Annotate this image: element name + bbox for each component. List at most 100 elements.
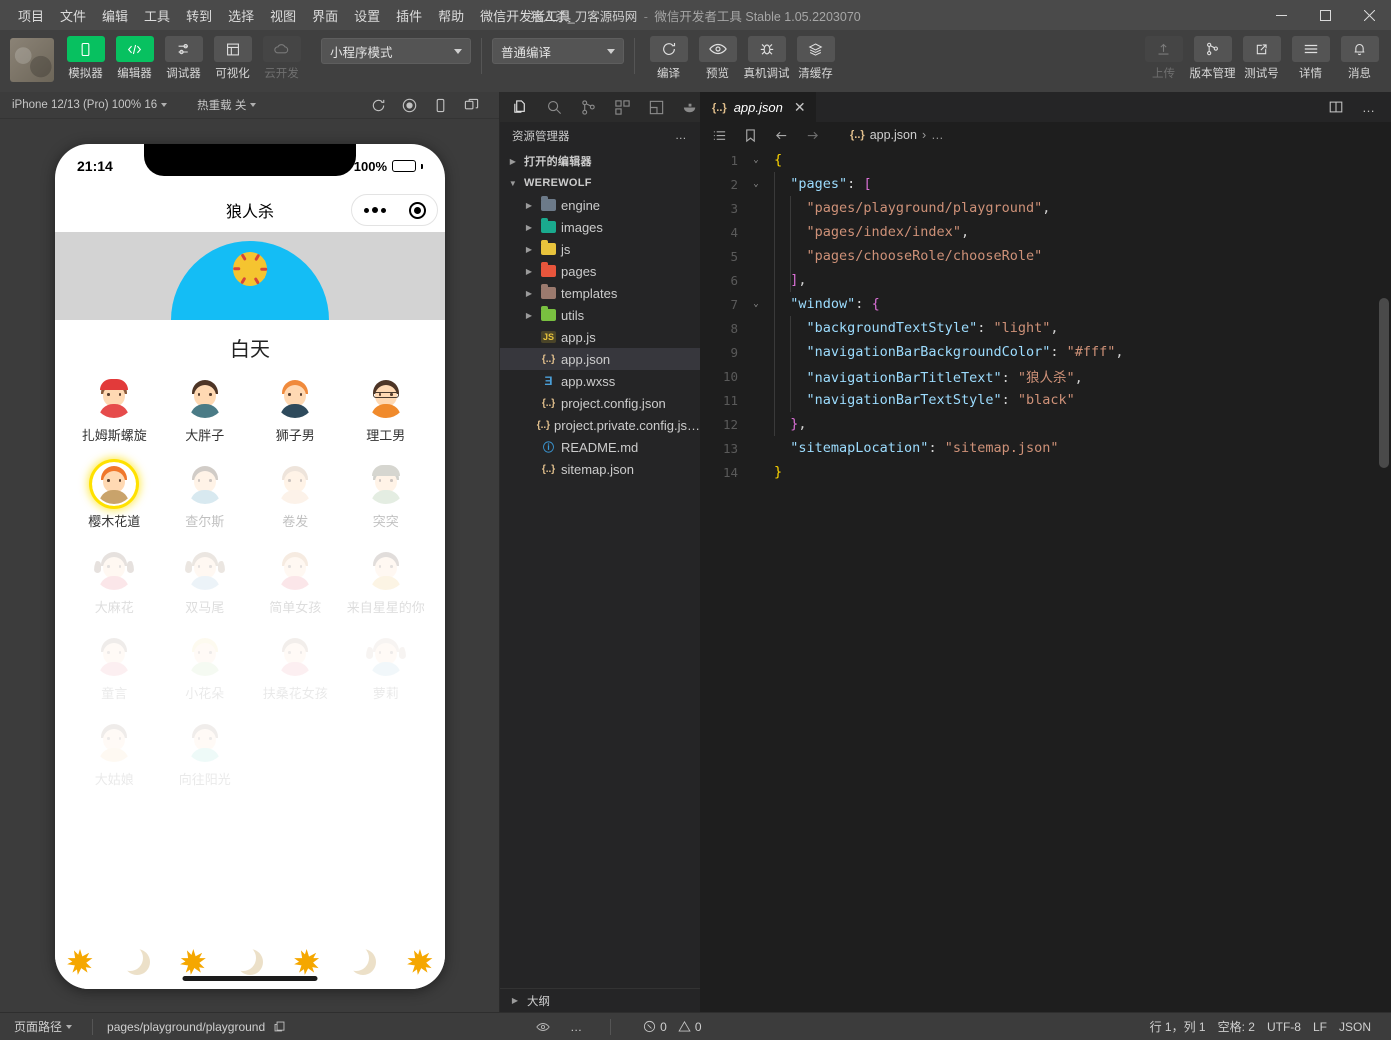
role-card[interactable]: 查尔斯 — [160, 462, 251, 530]
refresh-icon[interactable] — [371, 98, 386, 113]
tree-file-project-private-config-js-[interactable]: {..} project.private.config.js… — [500, 414, 700, 436]
menu-item-4[interactable]: 转到 — [178, 2, 220, 29]
tree-folder-images[interactable]: ▶ images — [500, 216, 700, 238]
outline-list-icon[interactable] — [712, 128, 727, 143]
hot-reload-selector[interactable]: 热重载 关 — [191, 95, 262, 115]
role-card[interactable]: 来自星星的你 — [341, 548, 432, 616]
close-button[interactable] — [1347, 0, 1391, 30]
phase-sun-icon[interactable] — [67, 949, 93, 975]
editor-scrollbar[interactable] — [1379, 298, 1389, 468]
more-icon[interactable] — [363, 207, 386, 213]
editor-more-icon[interactable]: … — [1362, 100, 1377, 115]
phase-moon-icon[interactable] — [116, 945, 150, 975]
phase-sun-icon[interactable] — [407, 949, 433, 975]
role-card[interactable]: 双马尾 — [160, 548, 251, 616]
role-card[interactable]: 小花朵 — [160, 634, 251, 702]
breadcrumb[interactable]: {..} app.json › … — [850, 128, 944, 142]
search-icon[interactable] — [546, 99, 563, 116]
phase-sun-icon[interactable] — [294, 949, 320, 975]
extensions-icon[interactable] — [614, 99, 631, 116]
status-more-button[interactable]: … — [570, 1020, 584, 1034]
menu-item-7[interactable]: 界面 — [304, 2, 346, 29]
layout-icon[interactable] — [648, 99, 665, 116]
compile-type-select[interactable]: 普通编译 — [492, 38, 624, 64]
role-card[interactable]: 萝莉 — [341, 634, 432, 702]
device-selector[interactable]: iPhone 12/13 (Pro) 100% 16 — [6, 97, 173, 113]
role-card[interactable]: 大姑娘 — [69, 720, 160, 788]
rotate-device-icon[interactable] — [433, 98, 448, 113]
phase-moon-icon[interactable] — [343, 945, 377, 975]
tree-folder-utils[interactable]: ▶ utils — [500, 304, 700, 326]
close-target-icon[interactable] — [408, 201, 426, 219]
source-control-icon[interactable] — [580, 99, 597, 116]
menu-item-1[interactable]: 文件 — [52, 2, 94, 29]
menu-item-10[interactable]: 帮助 — [430, 2, 472, 29]
user-avatar[interactable] — [10, 38, 54, 82]
explorer-more-button[interactable]: … — [675, 130, 688, 142]
code-editor[interactable]: 1 ⌄ {2 ⌄ "pages": [3 "pages/playground/play… — [700, 148, 1391, 1012]
toolbar-button-simulator[interactable]: 模拟器 — [62, 36, 109, 81]
toolbar-button-git-branch[interactable]: 版本管理 — [1189, 36, 1236, 81]
language-mode[interactable]: JSON — [1333, 1020, 1377, 1034]
record-icon[interactable] — [402, 98, 417, 113]
role-card[interactable]: 樱木花道 — [69, 462, 160, 530]
split-editor-icon[interactable] — [1328, 99, 1344, 115]
fold-chevron-icon[interactable]: ⌄ — [746, 179, 766, 189]
indentation[interactable]: 空格: 2 — [1212, 1018, 1261, 1035]
minimize-button[interactable] — [1259, 0, 1303, 30]
menu-item-5[interactable]: 选择 — [220, 2, 262, 29]
tree-file-app-js[interactable]: JS app.js — [500, 326, 700, 348]
multi-window-icon[interactable] — [464, 98, 479, 113]
maximize-button[interactable] — [1303, 0, 1347, 30]
role-card[interactable]: 大胖子 — [160, 376, 251, 444]
role-card[interactable]: 简单女孩 — [250, 548, 341, 616]
menu-item-9[interactable]: 插件 — [388, 2, 430, 29]
menu-item-3[interactable]: 工具 — [136, 2, 178, 29]
role-card[interactable]: 卷发 — [250, 462, 341, 530]
toolbar-button-menu[interactable]: 详情 — [1287, 36, 1334, 81]
role-card[interactable]: 向往阳光 — [160, 720, 251, 788]
role-card[interactable]: 狮子男 — [250, 376, 341, 444]
cursor-position[interactable]: 行 1，列 1 — [1144, 1018, 1212, 1035]
eol[interactable]: LF — [1307, 1020, 1333, 1034]
tree-folder-js[interactable]: ▶ js — [500, 238, 700, 260]
tree-file-README-md[interactable]: ⓘ README.md — [500, 436, 700, 458]
tree-file-project-config-json[interactable]: {..} project.config.json — [500, 392, 700, 414]
tree-folder-engine[interactable]: ▶ engine — [500, 194, 700, 216]
tree-folder-templates[interactable]: ▶ templates — [500, 282, 700, 304]
toolbar-button-layers[interactable]: 清缓存 — [792, 36, 839, 81]
close-icon[interactable]: ✕ — [790, 99, 806, 116]
menu-item-0[interactable]: 项目 — [10, 2, 52, 29]
tree-folder-pages[interactable]: ▶ pages — [500, 260, 700, 282]
phase-moon-icon[interactable] — [229, 945, 263, 975]
tree-file-app-wxss[interactable]: Ǝapp.wxss — [500, 370, 700, 392]
fold-chevron-icon[interactable]: ⌄ — [746, 299, 766, 309]
toolbar-button-refresh[interactable]: 编译 — [645, 36, 692, 81]
role-card[interactable]: 突突 — [341, 462, 432, 530]
fold-chevron-icon[interactable]: ⌄ — [746, 155, 766, 165]
tree-file-app-json[interactable]: {..} app.json — [500, 348, 700, 370]
bookmark-icon[interactable] — [743, 128, 758, 143]
tree-file-sitemap-json[interactable]: {..} sitemap.json — [500, 458, 700, 480]
preview-eye-icon[interactable] — [536, 1020, 550, 1034]
toolbar-button-eye[interactable]: 预览 — [694, 36, 741, 81]
page-path-selector[interactable]: 页面路径 — [8, 1018, 78, 1035]
toolbar-button-external-link[interactable]: 测试号 — [1238, 36, 1285, 81]
files-icon[interactable] — [512, 99, 529, 116]
role-card[interactable]: 童言 — [69, 634, 160, 702]
toolbar-button-bug[interactable]: 真机调试 — [743, 36, 790, 81]
menu-item-6[interactable]: 视图 — [262, 2, 304, 29]
forward-icon[interactable] — [805, 128, 820, 143]
toolbar-button-code[interactable]: 编辑器 — [111, 36, 158, 81]
editor-tab-app-json[interactable]: {..} app.json ✕ — [700, 92, 816, 122]
role-card[interactable]: 大麻花 — [69, 548, 160, 616]
compile-mode-select[interactable]: 小程序模式 — [321, 38, 471, 64]
role-card[interactable]: 理工男 — [341, 376, 432, 444]
toolbar-button-debugger[interactable]: 调试器 — [160, 36, 207, 81]
toolbar-button-visualize[interactable]: 可视化 — [209, 36, 256, 81]
problems-indicator[interactable]: 0 0 — [637, 1020, 707, 1034]
back-icon[interactable] — [774, 128, 789, 143]
tree-section-open-editors[interactable]: ▶ 打开的编辑器 — [500, 150, 700, 172]
menu-item-8[interactable]: 设置 — [346, 2, 388, 29]
menu-item-2[interactable]: 编辑 — [94, 2, 136, 29]
